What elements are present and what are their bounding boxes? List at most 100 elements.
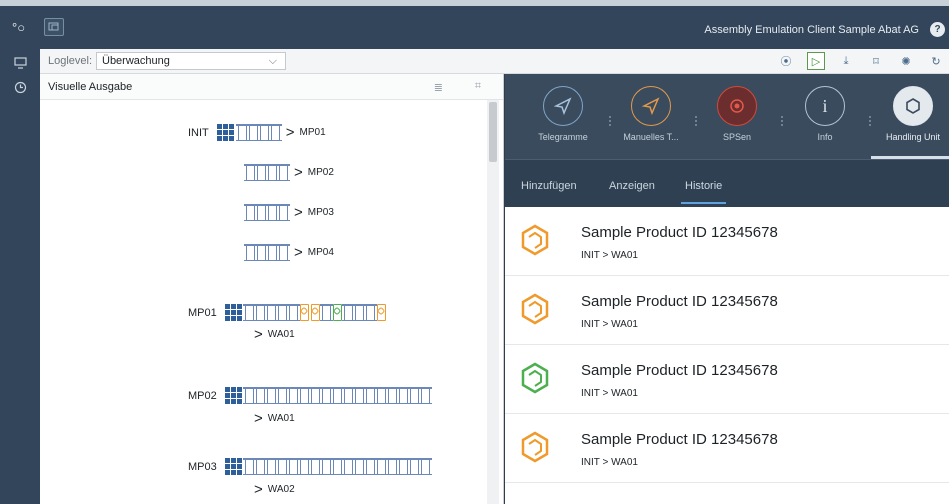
slot <box>396 387 410 404</box>
chevron-right-icon: > <box>254 410 263 427</box>
list-item[interactable]: Sample Product ID 12345678 INIT > WA01 <box>505 276 949 345</box>
box-icon <box>521 224 549 256</box>
grid-icon <box>224 304 242 321</box>
focus-icon[interactable]: ⌑ <box>867 52 885 70</box>
list-item[interactable]: Sample Product ID 12345678 INIT > WA01 <box>505 207 949 276</box>
list-icon[interactable]: ≣ <box>434 81 443 94</box>
mp-dest-row: > WA01 <box>250 326 295 343</box>
route-target: MP02 <box>307 167 334 178</box>
product-title: Sample Product ID 12345678 <box>581 293 778 310</box>
slot <box>277 204 290 221</box>
chevron-right-icon: > <box>254 326 263 343</box>
slot <box>268 124 282 141</box>
slot <box>253 304 267 321</box>
slot <box>341 304 355 321</box>
slot <box>264 387 278 404</box>
download-icon[interactable]: ⤓ <box>837 52 855 70</box>
card-label: Handling Unit <box>885 132 941 142</box>
slot <box>385 458 399 475</box>
tab-historie[interactable]: Historie <box>680 180 727 204</box>
monitor-icon[interactable] <box>12 55 28 71</box>
paper-plane-icon <box>543 86 583 126</box>
slot <box>352 458 366 475</box>
handling-unit-slot[interactable] <box>299 304 309 321</box>
panel-title: Visuelle Ausgabe <box>48 81 133 93</box>
card-spsen[interactable]: SPSen <box>697 86 777 142</box>
slot <box>330 458 344 475</box>
product-route: INIT > WA01 <box>581 319 638 330</box>
slot <box>253 458 267 475</box>
card-manual[interactable]: Manuelles T... <box>611 86 691 142</box>
product-route: INIT > WA01 <box>581 388 638 399</box>
handling-unit-slot[interactable] <box>310 304 320 321</box>
loglevel-label: Loglevel: <box>48 55 93 67</box>
tab-hinzufuegen[interactable]: Hinzufügen <box>521 180 577 192</box>
step-icon[interactable]: ⦿ <box>777 52 795 70</box>
init-row: INIT > MP01 <box>188 124 326 141</box>
chevron-right-icon: > <box>285 124 295 141</box>
grid-icon <box>216 124 234 141</box>
slot <box>242 458 256 475</box>
card-handling-unit[interactable]: Handling Unit <box>873 86 949 142</box>
box-icon <box>521 293 549 325</box>
loglevel-select[interactable]: Überwachung ⌵ <box>96 52 286 70</box>
slot <box>319 304 333 321</box>
details-panel: Telegramme Manuelles T... SPSen i Info H… <box>505 74 949 504</box>
slot <box>275 304 289 321</box>
slot <box>275 387 289 404</box>
route-target: WA01 <box>267 329 295 340</box>
list-item[interactable]: Sample Product ID 12345678 INIT > WA01 <box>505 345 949 414</box>
window-icon <box>48 22 59 31</box>
paper-plane-icon <box>631 86 671 126</box>
clock-icon[interactable] <box>12 79 28 95</box>
slot <box>319 387 333 404</box>
handling-unit-slot[interactable] <box>332 304 342 321</box>
route-target: MP04 <box>307 247 334 258</box>
card-label: Manuelles T... <box>623 132 679 142</box>
card-info[interactable]: i Info <box>785 86 865 142</box>
card-label: Telegramme <box>538 132 588 142</box>
product-title: Sample Product ID 12345678 <box>581 431 778 448</box>
slot <box>275 458 289 475</box>
slot <box>374 387 388 404</box>
slot <box>244 244 257 261</box>
slot <box>352 387 366 404</box>
tab-bar: Hinzufügen Anzeigen Historie <box>505 159 949 207</box>
init-label: INIT <box>188 126 209 139</box>
play-button[interactable]: ▷ <box>807 52 825 70</box>
slot <box>385 387 399 404</box>
loglevel-value: Überwachung <box>102 55 170 67</box>
product-route: INIT > WA01 <box>581 250 638 261</box>
handling-unit-slot[interactable] <box>376 304 386 321</box>
slot <box>255 244 268 261</box>
slot <box>319 458 333 475</box>
slot <box>255 164 268 181</box>
settings-icon[interactable]: ✺ <box>897 52 915 70</box>
window-switch-button[interactable] <box>44 18 64 36</box>
slot <box>264 304 278 321</box>
list-item[interactable]: Sample Product ID 12345678 INIT > WA01 <box>505 414 949 483</box>
card-label: Info <box>817 132 833 142</box>
app-title: Assembly Emulation Client Sample Abat AG <box>704 24 919 36</box>
card-telegramme[interactable]: Telegramme <box>523 86 603 142</box>
slot <box>286 387 300 404</box>
init-route-row: > MP04 <box>244 244 334 261</box>
slot <box>352 304 366 321</box>
slot <box>266 244 279 261</box>
mp-dest-row: > WA01 <box>250 410 295 427</box>
help-icon[interactable]: ? <box>930 22 945 37</box>
mp-label: MP02 <box>188 389 217 402</box>
route-target: WA01 <box>267 413 295 424</box>
route-target: MP01 <box>299 127 326 138</box>
card-label: SPSen <box>722 132 752 142</box>
scrollbar-thumb[interactable] <box>489 102 497 162</box>
history-list: Sample Product ID 12345678 INIT > WA01 S… <box>505 207 949 483</box>
slot <box>286 458 300 475</box>
refresh-icon[interactable]: ↻ <box>927 52 945 70</box>
title-bar: °○ Assembly Emulation Client Sample Abat… <box>0 0 949 49</box>
grid-icon <box>224 387 242 404</box>
slot <box>297 458 311 475</box>
route-target: MP03 <box>307 207 334 218</box>
layout-icon[interactable]: ⌗ <box>475 80 481 93</box>
tab-anzeigen[interactable]: Anzeigen <box>609 180 655 192</box>
